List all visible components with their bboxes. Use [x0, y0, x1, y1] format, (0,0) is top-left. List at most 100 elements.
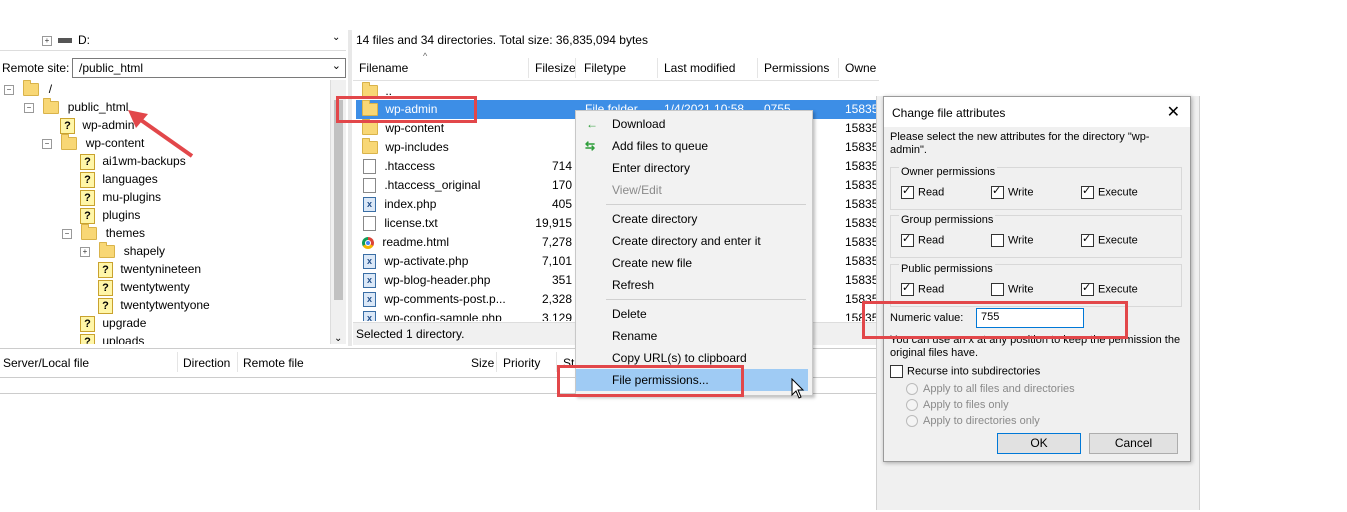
highlight-numeric-value: [862, 301, 1128, 339]
tree-item-label: themes: [105, 226, 146, 240]
tree-item-themes[interactable]: − themes: [62, 224, 145, 242]
group-write-checkbox[interactable]: Write: [991, 234, 1033, 247]
owner-write-checkbox[interactable]: Write: [991, 184, 1034, 199]
php-file-icon: x: [363, 197, 376, 213]
collapse-icon[interactable]: −: [4, 84, 14, 95]
cancel-button[interactable]: Cancel: [1089, 433, 1178, 454]
menu-label: View/Edit: [612, 183, 662, 197]
drive-icon: [58, 38, 72, 43]
file-owner: 15835: [845, 235, 879, 249]
group-label: Group permissions: [899, 214, 996, 226]
unknown-folder-icon: ?: [60, 117, 75, 134]
owner-read-checkbox[interactable]: Read: [901, 184, 944, 199]
menu-label: Refresh: [612, 278, 655, 292]
local-tree-panel: + D: ⌄: [0, 30, 346, 51]
menu-create-directory-enter[interactable]: Create directory and enter it: [576, 230, 808, 252]
file-owner: 15835: [845, 121, 879, 135]
column-separators: [353, 58, 879, 78]
menu-delete[interactable]: Delete: [576, 303, 808, 325]
group-read-checkbox[interactable]: Read: [901, 232, 944, 247]
file-name: readme.html: [382, 235, 450, 249]
tree-item-label: twentynineteen: [120, 262, 202, 276]
file-size: 405: [551, 197, 572, 211]
file-owner: 15835: [845, 178, 879, 192]
tree-item-shapely[interactable]: + shapely: [80, 242, 165, 260]
folder-icon: [61, 134, 78, 151]
tree-item-upgrade[interactable]: ? upgrade: [80, 314, 146, 332]
file-name: wp-config-sample.php: [384, 311, 502, 321]
divider[interactable]: [348, 30, 352, 346]
drive-label[interactable]: D:: [78, 33, 90, 47]
collapse-icon[interactable]: −: [42, 138, 52, 149]
context-menu: ← Download ⇆ Add files to queue Enter di…: [575, 110, 813, 396]
chevron-down-icon[interactable]: ⌄: [332, 32, 340, 43]
checkbox-label: Write: [1008, 186, 1034, 199]
file-size: 170: [551, 178, 572, 192]
expand-icon[interactable]: +: [80, 246, 90, 257]
owner-permissions-group: Owner permissions Read Write Execute: [890, 166, 1182, 210]
menu-add-to-queue[interactable]: ⇆ Add files to queue: [576, 135, 808, 157]
file-size: 714: [551, 159, 572, 173]
menu-label: Rename: [612, 329, 658, 343]
unknown-folder-icon: ?: [98, 261, 113, 278]
chevron-down-icon[interactable]: ⌄: [332, 59, 341, 72]
folder-icon: [43, 98, 60, 115]
group-execute-checkbox[interactable]: Execute: [1081, 232, 1138, 247]
tree-item-languages[interactable]: ? languages: [80, 170, 158, 188]
tree-item-mu-plugins[interactable]: ? mu-plugins: [80, 188, 161, 206]
file-name: wp-activate.php: [384, 254, 469, 268]
file-name: .htaccess_original: [384, 178, 481, 192]
group-permissions-group: Group permissions Read Write Execute: [890, 214, 1182, 258]
tree-item-twentynineteen[interactable]: ? twentynineteen: [98, 260, 201, 278]
chrome-icon: [362, 236, 374, 249]
collapse-icon[interactable]: −: [62, 228, 72, 239]
apply-all-radio: Apply to all files and directories: [906, 383, 1075, 396]
owner-execute-checkbox[interactable]: Execute: [1081, 184, 1138, 199]
checkbox-label: Execute: [1098, 234, 1138, 247]
unknown-folder-icon: ?: [80, 333, 95, 344]
remote-site-bar: Remote site: /public_html ⌄: [0, 58, 346, 78]
checkbox-label: Execute: [1098, 283, 1138, 296]
file-owner: 15835: [845, 140, 879, 154]
chevron-down-icon[interactable]: ⌄: [334, 333, 342, 344]
menu-create-new-file[interactable]: Create new file: [576, 252, 808, 274]
recurse-checkbox[interactable]: Recurse into subdirectories: [890, 365, 1040, 378]
menu-label: Download: [612, 117, 666, 131]
public-read-checkbox[interactable]: Read: [901, 281, 944, 296]
tree-item-twentytwentyone[interactable]: ? twentytwentyone: [98, 296, 210, 314]
menu-refresh[interactable]: Refresh: [576, 274, 808, 296]
file-name: wp-includes: [385, 140, 449, 154]
file-size: 3,129: [541, 311, 572, 321]
dialog-title: Change file attributes: [892, 106, 1006, 120]
file-owner: 15835: [845, 197, 879, 211]
tree-item-label: mu-plugins: [102, 190, 162, 204]
menu-separator: [606, 204, 806, 205]
expand-icon[interactable]: +: [42, 36, 52, 46]
menu-enter-directory[interactable]: Enter directory: [576, 157, 808, 179]
tree-item-public-html[interactable]: − public_html: [24, 98, 128, 116]
tree-item-twentytwenty[interactable]: ? twentytwenty: [98, 278, 190, 296]
collapse-icon[interactable]: −: [24, 102, 34, 113]
tree-item-label: twentytwentyone: [120, 298, 210, 312]
unknown-folder-icon: ?: [80, 207, 95, 224]
mouse-cursor-icon: [791, 378, 805, 399]
scrollbar-thumb[interactable]: [334, 100, 343, 300]
tree-item-label: shapely: [123, 244, 166, 258]
tree-item-plugins[interactable]: ? plugins: [80, 206, 140, 224]
menu-view-edit: View/Edit: [576, 179, 808, 201]
menu-create-directory[interactable]: Create directory: [576, 208, 808, 230]
menu-label: Enter directory: [612, 161, 691, 175]
public-write-checkbox[interactable]: Write: [991, 283, 1033, 296]
tree-item-uploads[interactable]: ? uploads: [80, 332, 144, 344]
menu-label: Delete: [612, 307, 647, 321]
remote-site-input[interactable]: /public_html ⌄: [72, 58, 346, 78]
file-name: wp-comments-post.p...: [384, 292, 506, 306]
menu-download[interactable]: ← Download: [576, 113, 808, 135]
menu-rename[interactable]: Rename: [576, 325, 808, 347]
group-label: Owner permissions: [899, 166, 998, 178]
public-execute-checkbox[interactable]: Execute: [1081, 281, 1138, 296]
file-name: wp-content: [385, 121, 445, 135]
ok-button[interactable]: OK: [997, 433, 1081, 454]
close-icon[interactable]: ✕: [1167, 102, 1180, 122]
tree-item-root[interactable]: − /: [4, 80, 52, 98]
